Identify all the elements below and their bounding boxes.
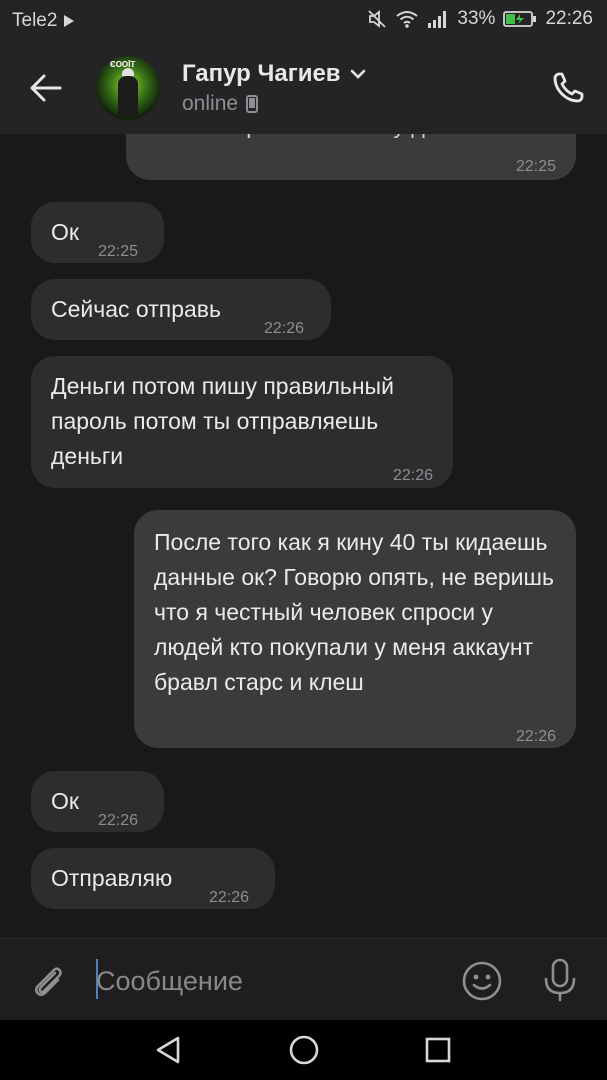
carrier-name: Tele2 (12, 10, 58, 31)
voice-message-button[interactable] (540, 957, 580, 1003)
emoji-button[interactable] (460, 959, 504, 1003)
mute-icon (368, 10, 387, 28)
message-composer: Сообщение (0, 938, 607, 1021)
contact-name[interactable]: Гапур Чагиев (182, 60, 367, 88)
battery-icon (503, 11, 537, 27)
battery-percent: 33% (457, 8, 496, 29)
message-bubble-incoming[interactable]: Деньги потом пишу правильный пароль пото… (31, 356, 453, 488)
chat-header: ЄООЇТ Гапур Чагиев online (0, 42, 607, 134)
message-time: 22:26 (392, 467, 433, 484)
square-recent-icon (425, 1037, 451, 1063)
status-right: 33% 22:26 (367, 8, 593, 30)
clock: 22:26 (545, 8, 593, 29)
smiley-icon (462, 961, 502, 1001)
phone-icon (553, 72, 584, 103)
arrow-left-icon (30, 74, 62, 102)
nav-back-button[interactable] (150, 1032, 186, 1068)
message-text: Меня забрали половину денег (146, 134, 556, 143)
online-status: online (182, 92, 239, 115)
status-bar: Tele2 33% 22:26 (0, 0, 607, 42)
message-time: 22:25 (98, 243, 139, 260)
message-time: 22:26 (515, 728, 556, 745)
mobile-device-icon (246, 95, 259, 113)
message-list[interactable]: Меня забрали половину денег 22:25 Ок 22:… (0, 134, 607, 938)
circle-home-icon (289, 1035, 319, 1065)
microphone-icon (544, 958, 576, 1002)
nav-recent-button[interactable] (420, 1032, 456, 1068)
message-bubble-incoming[interactable]: Ок 22:26 (31, 771, 164, 832)
avatar-figure (118, 76, 138, 116)
message-text: Деньги потом пишу правильный пароль пото… (51, 373, 401, 469)
contact-name-text: Гапур Чагиев (182, 60, 341, 87)
message-bubble-outgoing[interactable]: После того как я кину 40 ты кидаешь данн… (134, 510, 576, 748)
chevron-down-icon (350, 69, 365, 79)
avatar[interactable]: ЄООЇТ (96, 56, 160, 120)
system-navigation-bar (0, 1020, 607, 1080)
play-icon (64, 15, 75, 27)
message-text: После того как я кину 40 ты кидаешь данн… (154, 529, 561, 695)
nav-home-button[interactable] (286, 1032, 322, 1068)
message-time: 22:26 (209, 889, 250, 906)
paperclip-icon (35, 967, 62, 996)
message-bubble-incoming[interactable]: Отправляю 22:26 (31, 848, 275, 909)
avatar-lettering: ЄООЇТ (110, 60, 136, 69)
message-time: 22:26 (264, 320, 305, 337)
wifi-icon (396, 11, 419, 28)
signal-icon (428, 11, 447, 28)
contact-status: online (182, 92, 259, 116)
message-bubble-incoming[interactable]: Сейчас отправь 22:26 (31, 279, 331, 340)
message-input[interactable]: Сообщение (96, 961, 436, 1001)
message-time: 22:26 (98, 812, 139, 829)
attach-button[interactable] (28, 961, 68, 1001)
message-time: 22:25 (515, 158, 556, 175)
call-button[interactable] (550, 70, 586, 106)
message-bubble-outgoing[interactable]: Меня забрали половину денег 22:25 (126, 134, 576, 180)
message-bubble-incoming[interactable]: Ок 22:25 (31, 202, 164, 263)
back-button[interactable] (26, 70, 66, 106)
triangle-back-icon (156, 1036, 180, 1064)
carrier: Tele2 (12, 10, 75, 32)
